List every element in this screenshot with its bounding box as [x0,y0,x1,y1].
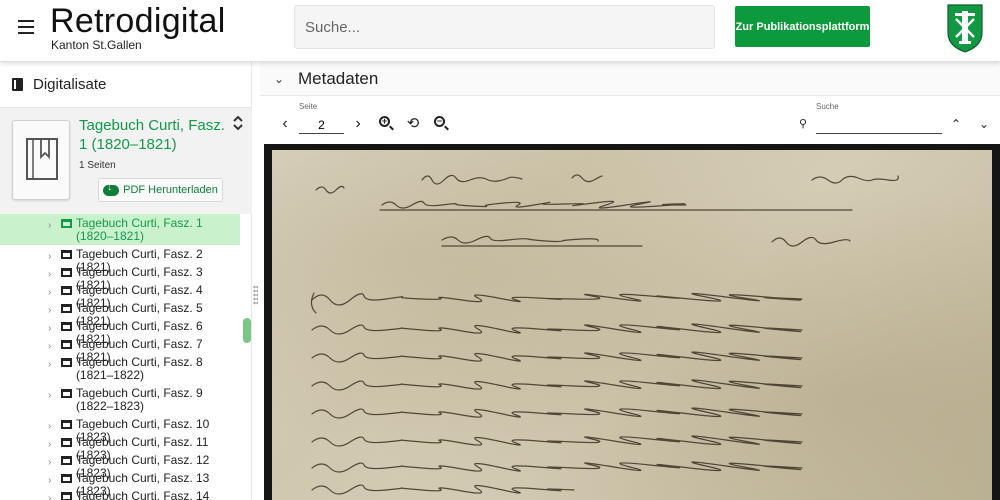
search-icon: ⚲ [798,118,808,130]
tree-item[interactable]: › Tagebuch Curti, Fasz. 8 (1821–1822) [0,353,240,384]
document-icon [60,474,72,483]
document-viewer[interactable] [264,144,1000,500]
tree-item[interactable]: › Tagebuch Curti, Fasz. 1 (1820–1821) [0,214,240,245]
tree-item[interactable]: › Tagebuch Curti, Fasz. 10 (1823) [0,415,240,444]
search-previous-icon[interactable]: ⌃ [948,116,964,132]
bookmark-book-icon [26,138,58,180]
document-search-input[interactable] [816,116,942,134]
zoom-reset-icon[interactable]: ⟲ [405,116,421,132]
tree-item-label: Tagebuch Curti, Fasz. 1 (1820–1821) [75,216,203,243]
tree-item-label: Tagebuch Curti, Fasz. 9 (1822–1823) [75,386,203,413]
chevron-up-icon[interactable] [230,114,246,132]
document-icon [60,268,72,277]
chevron-right-icon[interactable]: › [48,492,58,500]
document-icon [60,358,72,367]
menu-icon[interactable] [14,16,38,38]
tree-item[interactable]: › Tagebuch Curti, Fasz. 4 (1821) [0,281,240,310]
document-icon [60,340,72,349]
main-panel: ⌄ Metadaten Seite ‹ › + ⟲ − Suche ⚲ ⌃ ⌄ [260,62,1000,500]
handwriting-strokes [310,174,899,495]
chevron-right-icon[interactable]: › [48,474,58,487]
chevron-left-icon[interactable]: ‹ [277,116,293,132]
tree-item[interactable]: › Tagebuch Curti, Fasz. 11 (1823) [0,433,240,462]
chevron-right-icon[interactable]: › [48,438,58,451]
manuscript-page-image [272,150,992,500]
metadata-header[interactable]: ⌄ Metadaten [260,62,1000,96]
document-title: Tagebuch Curti, Fasz. 1 (1820–1821) [79,117,225,153]
tree-item[interactable]: › Tagebuch Curti, Fasz. 6 (1821) [0,317,240,346]
sidebar-resize-handle[interactable] [253,285,258,305]
publication-platform-button[interactable]: Zur Publikationsplattform [735,6,870,47]
tree-item[interactable]: › Tagebuch Curti, Fasz. 9 (1822–1823) [0,384,240,415]
document-icon [60,286,72,295]
sidebar-title: Digitalisate [33,76,107,93]
tree-item[interactable]: › Tagebuch Curti, Fasz. 3 (1821) [0,263,240,292]
cloud-download-icon [103,182,120,196]
tree-item[interactable]: › Tagebuch Curti, Fasz. 5 (1821) [0,299,240,328]
document-icon [60,492,72,500]
document-page-count: 1 Seiten [79,160,116,171]
app-header: Retrodigital Kanton St.Gallen Zur Publik… [0,0,1000,62]
sidebar-scrollbar[interactable] [243,318,251,343]
chevron-right-icon[interactable]: › [48,358,58,371]
chevron-right-icon[interactable]: › [48,268,58,281]
app-subtitle: Kanton St.Gallen [51,38,142,52]
document-icon [60,438,72,447]
chevron-right-icon[interactable]: › [48,286,58,299]
metadata-title: Metadaten [298,68,379,88]
chevron-right-icon[interactable]: › [48,340,58,353]
chevron-right-icon[interactable]: › [350,116,366,132]
chevron-right-icon[interactable]: › [48,456,58,469]
viewer-toolbar: Seite ‹ › + ⟲ − Suche ⚲ ⌃ ⌄ [260,96,1000,144]
tree-item[interactable]: › Tagebuch Curti, Fasz. 2 (1821) [0,245,240,274]
crest-icon [947,4,983,53]
pdf-download-button[interactable]: PDF Herunterladen [98,178,223,202]
sidebar-header: Digitalisate [0,62,251,108]
document-icon [60,219,72,228]
tree-item[interactable]: › Tagebuch Curti, Fasz. 14 (1823) [0,487,240,500]
chevron-right-icon[interactable]: › [48,304,58,317]
zoom-out-icon[interactable]: − [433,116,449,132]
tree-item[interactable]: › Tagebuch Curti, Fasz. 7 (1821) [0,335,240,364]
sidebar: Digitalisate Tagebuch Curti, Fasz. 1 (18… [0,62,252,500]
chevron-down-icon[interactable]: ⌄ [274,72,288,86]
document-icon [60,304,72,313]
document-icon [60,322,72,331]
tree-item-label: Tagebuch Curti, Fasz. 8 (1821–1822) [75,355,203,382]
zoom-in-icon[interactable]: + [378,116,394,132]
document-thumbnail[interactable] [12,120,70,200]
document-icon [60,250,72,259]
chevron-right-icon[interactable]: › [48,420,58,433]
book-icon [12,78,23,91]
search-input[interactable] [294,5,715,49]
tree-item[interactable]: › Tagebuch Curti, Fasz. 13 (1823) [0,469,240,498]
tree-item-label: Tagebuch Curti, Fasz. 14 (1823) [75,489,210,500]
chevron-right-icon[interactable]: › [48,322,58,335]
chevron-right-icon[interactable]: › [48,389,58,402]
pdf-download-label: PDF Herunterladen [123,184,218,196]
app-title[interactable]: Retrodigital [50,2,226,40]
chevron-right-icon[interactable]: › [48,219,58,232]
page-number-input[interactable] [299,116,344,134]
search-next-icon[interactable]: ⌄ [976,116,992,132]
page-label: Seite [299,102,318,111]
tree-item[interactable]: › Tagebuch Curti, Fasz. 12 (1823) [0,451,240,480]
search-label: Suche [816,102,839,111]
document-icon [60,389,72,398]
document-icon [60,420,72,429]
document-icon [60,456,72,465]
document-tree: › Tagebuch Curti, Fasz. 1 (1820–1821) › Tag… [0,214,240,500]
document-card: Tagebuch Curti, Fasz. 1 (1820–1821) 1 Se… [0,108,252,214]
chevron-right-icon[interactable]: › [48,250,58,263]
